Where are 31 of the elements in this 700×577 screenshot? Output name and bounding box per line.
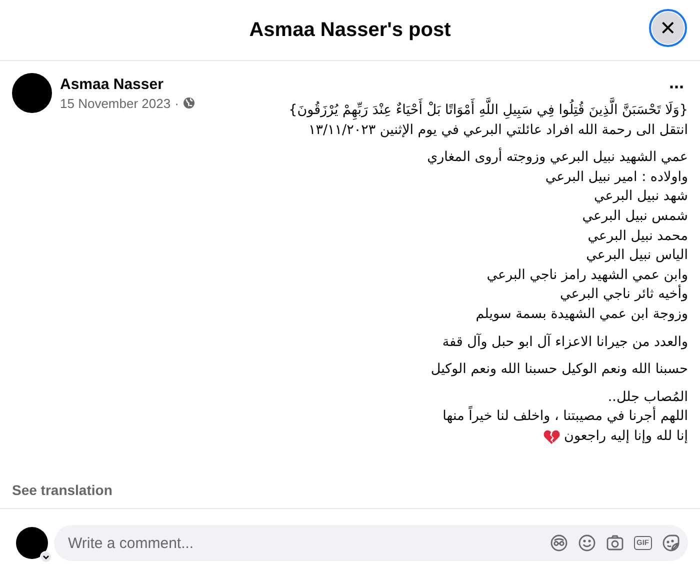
emoji-icon[interactable] [578, 534, 596, 552]
camera-icon[interactable] [606, 534, 624, 552]
post-text-line: حسبنا الله ونعم الوكيل حسبنا الله ونعم الوكيل [430, 360, 688, 380]
post-text-line: وزوجة ابن عمي الشهيدة بسمة سويلم [476, 304, 688, 324]
post-text-line: والعدد من جيرانا الاعزاء آل ابو حبل وآل قفة [442, 332, 688, 352]
post-text-line: الياس نبيل البرعي [586, 246, 688, 266]
post-text-line: إنا لله وإنا إليه راجعون [564, 426, 688, 446]
globe-icon [182, 97, 195, 109]
avatar-sticker-icon[interactable] [550, 534, 568, 552]
chevron-down-icon[interactable] [40, 551, 52, 563]
post-text-line: المُصاب جلل.. [608, 388, 688, 406]
post-text-line: شمس نبيل البرعي [582, 206, 688, 226]
post-text-line: وأخيه ثائر ناجي البرعي [560, 285, 688, 304]
post-text-line: محمد نبيل البرعي [588, 226, 688, 246]
post-text-line: انتقل الى رحمة الله افراد عائلتي البرعي في يوم الإثنين ١٣/١١/٢٠٢٣ [308, 120, 688, 140]
post-date[interactable]: 15 November 2023 [60, 96, 171, 110]
post-text-line: وابن عمي الشهيد رامز ناجي البرعي [486, 266, 688, 284]
post-text-line: اللهم أجرنا في مصيبتنا ، واخلف لنا خيراً منها [442, 407, 688, 426]
post-text-line: شهد نبيل البرعي [594, 187, 688, 206]
avatar[interactable] [12, 73, 52, 113]
close-button[interactable]: ✕ [649, 9, 687, 47]
more-button[interactable]: ··· [665, 77, 688, 98]
avatar[interactable] [16, 527, 48, 559]
author-name[interactable]: Asmaa Nasser [60, 76, 658, 92]
dialog-title: Asmaa Nasser's post [249, 18, 451, 42]
post-text-line: عمي الشهيد نبيل البرعي وزوجته أروى المغاري [427, 148, 688, 168]
separator: · [174, 96, 179, 110]
sticker-icon[interactable] [662, 534, 680, 552]
see-translation-link[interactable]: See translation [12, 482, 112, 498]
post-text-line: واولاده : امير نبيل البرعي [545, 168, 688, 187]
broken-heart-icon [543, 428, 560, 445]
